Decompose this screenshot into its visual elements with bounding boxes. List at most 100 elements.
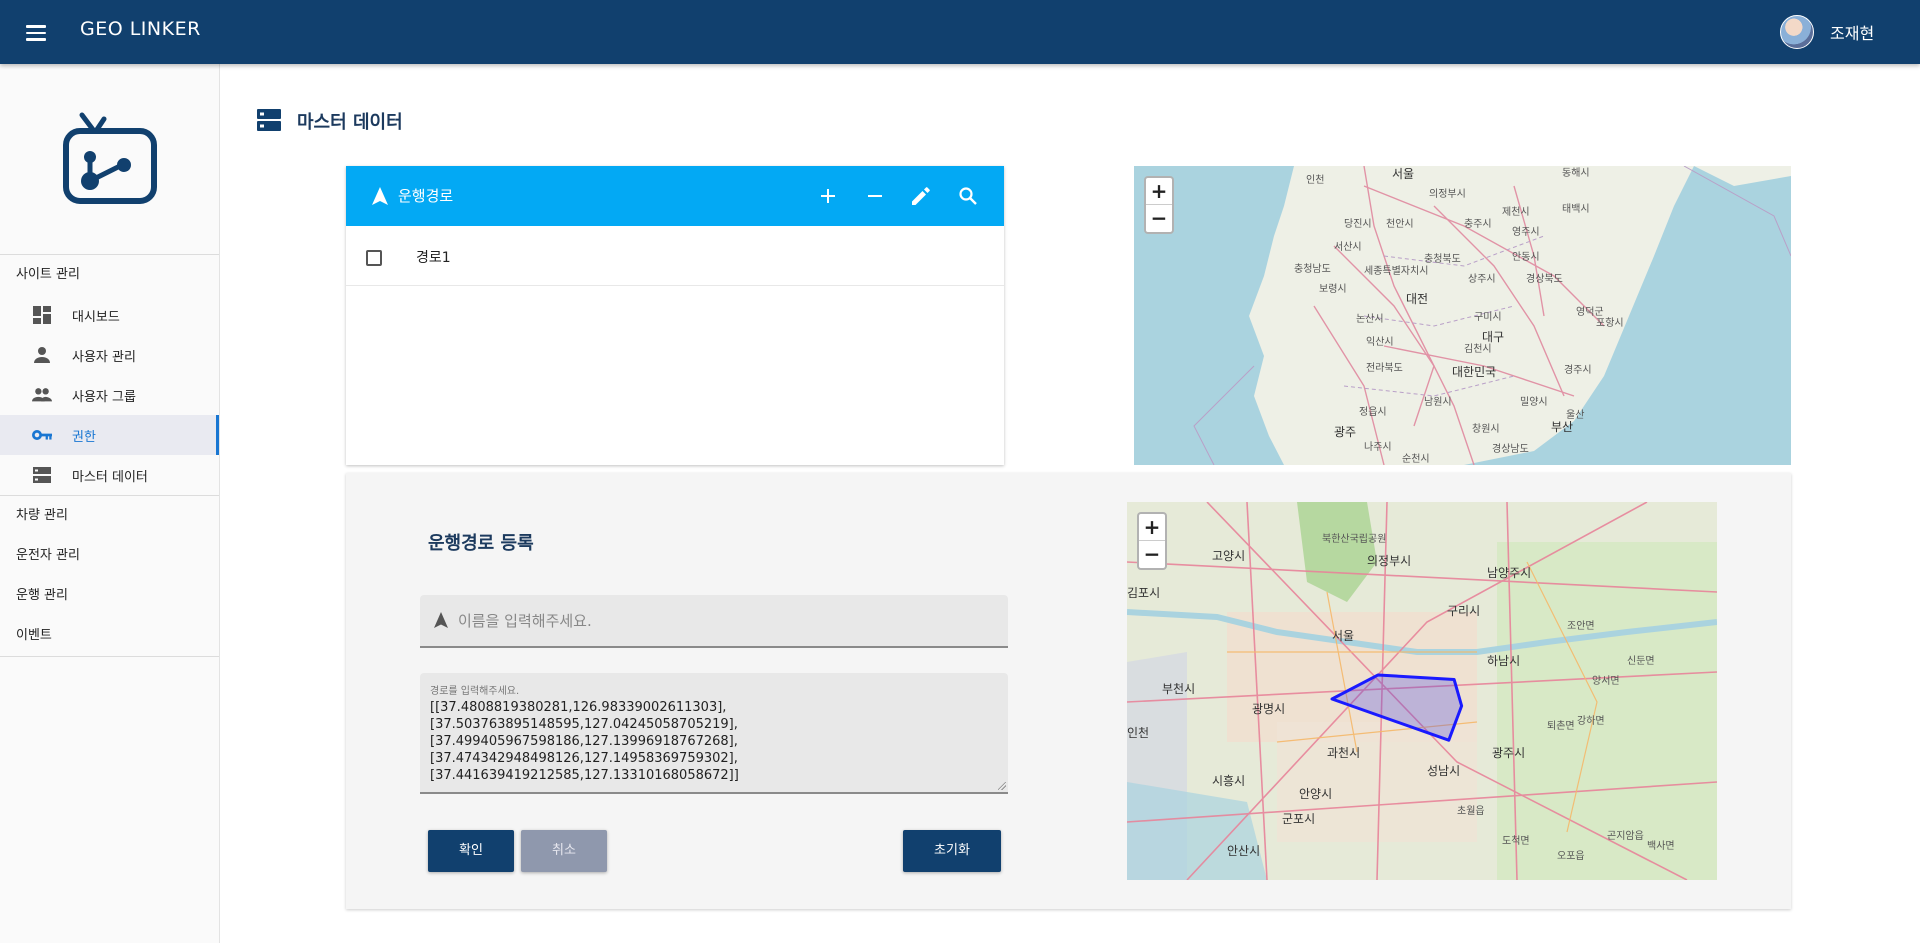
sidebar-group-event[interactable]: 이벤트 xyxy=(0,616,219,656)
map-place-label: 광주 xyxy=(1334,425,1357,439)
map-place-label: 강하면 xyxy=(1577,716,1605,727)
map-place-label: 남양주시 xyxy=(1487,566,1532,580)
map-place-label: 보령시 xyxy=(1319,284,1347,295)
map-place-label: 대구 xyxy=(1482,330,1505,344)
route-checkbox[interactable] xyxy=(366,250,382,266)
group-icon xyxy=(32,385,52,405)
map-place-label: 포항시 xyxy=(1596,318,1624,329)
map-place-label: 부천시 xyxy=(1162,682,1196,696)
sidebar-item-user-group[interactable]: 사용자 그룹 xyxy=(0,375,219,415)
key-icon xyxy=(32,425,52,445)
map-place-label: 영주시 xyxy=(1512,227,1540,238)
resize-handle[interactable] xyxy=(998,782,1006,790)
sidebar-group-operation-management[interactable]: 운행 관리 xyxy=(0,576,219,616)
map-place-label: 당진시 xyxy=(1344,219,1372,230)
map-place-label: 정읍시 xyxy=(1359,407,1387,418)
map-place-label: 경상남도 xyxy=(1492,444,1529,455)
cancel-button[interactable]: 취소 xyxy=(521,830,607,872)
map-place-label: 광명시 xyxy=(1252,702,1286,716)
map-place-label: 충주시 xyxy=(1464,219,1492,230)
map-place-label: 밀양시 xyxy=(1520,397,1548,408)
route-name-input[interactable] xyxy=(458,605,988,637)
seoul-map[interactable]: + − 고양시 의정부시 남양주시 김포시 구리시 서울 하남시 부천시 광명시 인천 과천시 성남시… xyxy=(1127,502,1717,880)
list-item[interactable]: 경로1 xyxy=(346,226,1004,286)
map-place-label: 곤지암읍 xyxy=(1607,831,1644,842)
person-icon xyxy=(32,345,52,365)
korea-map[interactable]: + − 인천 서울 의정부시 동해시 당진시 천안시 충주시 제천시 태백시 서산시 영주시 충청남도… xyxy=(1134,166,1791,465)
map-place-label: 의정부시 xyxy=(1429,189,1466,200)
sidebar-item-permission[interactable]: 권한 xyxy=(0,415,219,455)
reset-button[interactable]: 초기화 xyxy=(903,830,1001,872)
sidebar-item-label: 대시보드 xyxy=(72,309,120,325)
route-name-field[interactable] xyxy=(420,595,1008,648)
map-place-label: 구미시 xyxy=(1474,312,1502,323)
edit-icon[interactable] xyxy=(909,184,933,208)
search-icon[interactable] xyxy=(956,184,980,208)
map-place-label: 시흥시 xyxy=(1212,774,1246,788)
zoom-in-button[interactable]: + xyxy=(1139,514,1165,541)
map-place-label: 의정부시 xyxy=(1367,554,1412,568)
korea-map-tiles xyxy=(1134,166,1791,465)
route-coordinates-label: 경로를 입력해주세요. xyxy=(430,686,520,697)
map-place-label: 북한산국립공원 xyxy=(1322,534,1387,545)
map-place-label: 부산 xyxy=(1551,420,1574,434)
route-list-title: 운행경로 xyxy=(398,187,454,205)
map-place-label: 남원시 xyxy=(1424,397,1452,408)
seoul-map-zoom-control: + − xyxy=(1137,512,1167,570)
map-place-label: 충청남도 xyxy=(1294,264,1331,275)
map-place-label: 익산시 xyxy=(1366,337,1394,348)
sidebar-item-master-data[interactable]: 마스터 데이터 xyxy=(0,455,219,495)
sidebar: 사이트 관리 대시보드 사용자 관리 사용자 그룹 권한 마스터 데이터 차량 … xyxy=(0,64,220,943)
navigation-arrow-icon xyxy=(434,612,448,632)
sidebar-group-vehicle-management[interactable]: 차량 관리 xyxy=(0,496,219,536)
route-coordinates-field[interactable]: 경로를 입력해주세요. [[37.4808819380281,126.98339… xyxy=(420,673,1008,794)
map-place-label: 태백시 xyxy=(1562,204,1590,215)
map-place-label: 군포시 xyxy=(1282,812,1316,826)
map-place-label: 전라북도 xyxy=(1366,363,1403,374)
map-place-label: 하남시 xyxy=(1487,654,1521,668)
map-place-label: 조안면 xyxy=(1567,621,1595,632)
map-place-label: 여수시 xyxy=(1427,463,1455,465)
sidebar-item-label: 권한 xyxy=(72,429,96,445)
sidebar-item-user-management[interactable]: 사용자 관리 xyxy=(0,335,219,375)
korea-map-zoom-control: + − xyxy=(1144,176,1174,234)
sidebar-group-driver-management[interactable]: 운전자 관리 xyxy=(0,536,219,576)
route-coordinates-value[interactable]: [[37.4808819380281,126.98339002611303], … xyxy=(430,699,739,784)
user-name[interactable]: 조재현 xyxy=(1830,20,1874,44)
map-place-label: 양서면 xyxy=(1592,676,1620,687)
storage-icon xyxy=(32,465,52,485)
map-place-label: 대한민국 xyxy=(1452,365,1497,379)
map-place-label: 동해시 xyxy=(1562,168,1590,179)
remove-icon[interactable] xyxy=(863,184,887,208)
menu-icon[interactable] xyxy=(24,22,48,42)
sidebar-item-label: 사용자 그룹 xyxy=(72,389,136,405)
logo xyxy=(0,64,219,255)
avatar[interactable] xyxy=(1780,15,1814,49)
add-icon[interactable] xyxy=(816,184,840,208)
zoom-in-button[interactable]: + xyxy=(1146,178,1172,205)
map-place-label: 서산시 xyxy=(1334,242,1362,253)
map-place-label: 대전 xyxy=(1406,292,1429,306)
map-place-label: 서울 xyxy=(1332,629,1355,643)
map-place-label: 오포읍 xyxy=(1557,851,1585,862)
sidebar-group-site-management[interactable]: 사이트 관리 xyxy=(0,255,219,295)
map-place-label: 김포시 xyxy=(1127,586,1161,600)
navigation-arrow-icon xyxy=(372,187,388,209)
sidebar-item-dashboard[interactable]: 대시보드 xyxy=(0,295,219,335)
top-app-bar: GEO LINKER 조재현 xyxy=(0,0,1920,64)
map-place-label: 서울 xyxy=(1392,167,1415,181)
zoom-out-button[interactable]: − xyxy=(1139,541,1165,568)
sidebar-item-label: 사용자 관리 xyxy=(72,349,136,365)
map-place-label: 안양시 xyxy=(1299,787,1333,801)
storage-icon xyxy=(257,108,283,134)
map-place-label: 광주시 xyxy=(1492,746,1526,760)
map-place-label: 경상북도 xyxy=(1526,274,1563,285)
map-place-label: 인천 xyxy=(1127,726,1150,740)
zoom-out-button[interactable]: − xyxy=(1146,205,1172,232)
map-place-label: 구리시 xyxy=(1447,604,1481,618)
map-place-label: 순천시 xyxy=(1402,454,1430,465)
confirm-button[interactable]: 확인 xyxy=(428,830,514,872)
map-place-label: 논산시 xyxy=(1356,314,1384,325)
map-place-label: 초월읍 xyxy=(1457,806,1485,817)
map-place-label: 성남시 xyxy=(1427,764,1461,778)
